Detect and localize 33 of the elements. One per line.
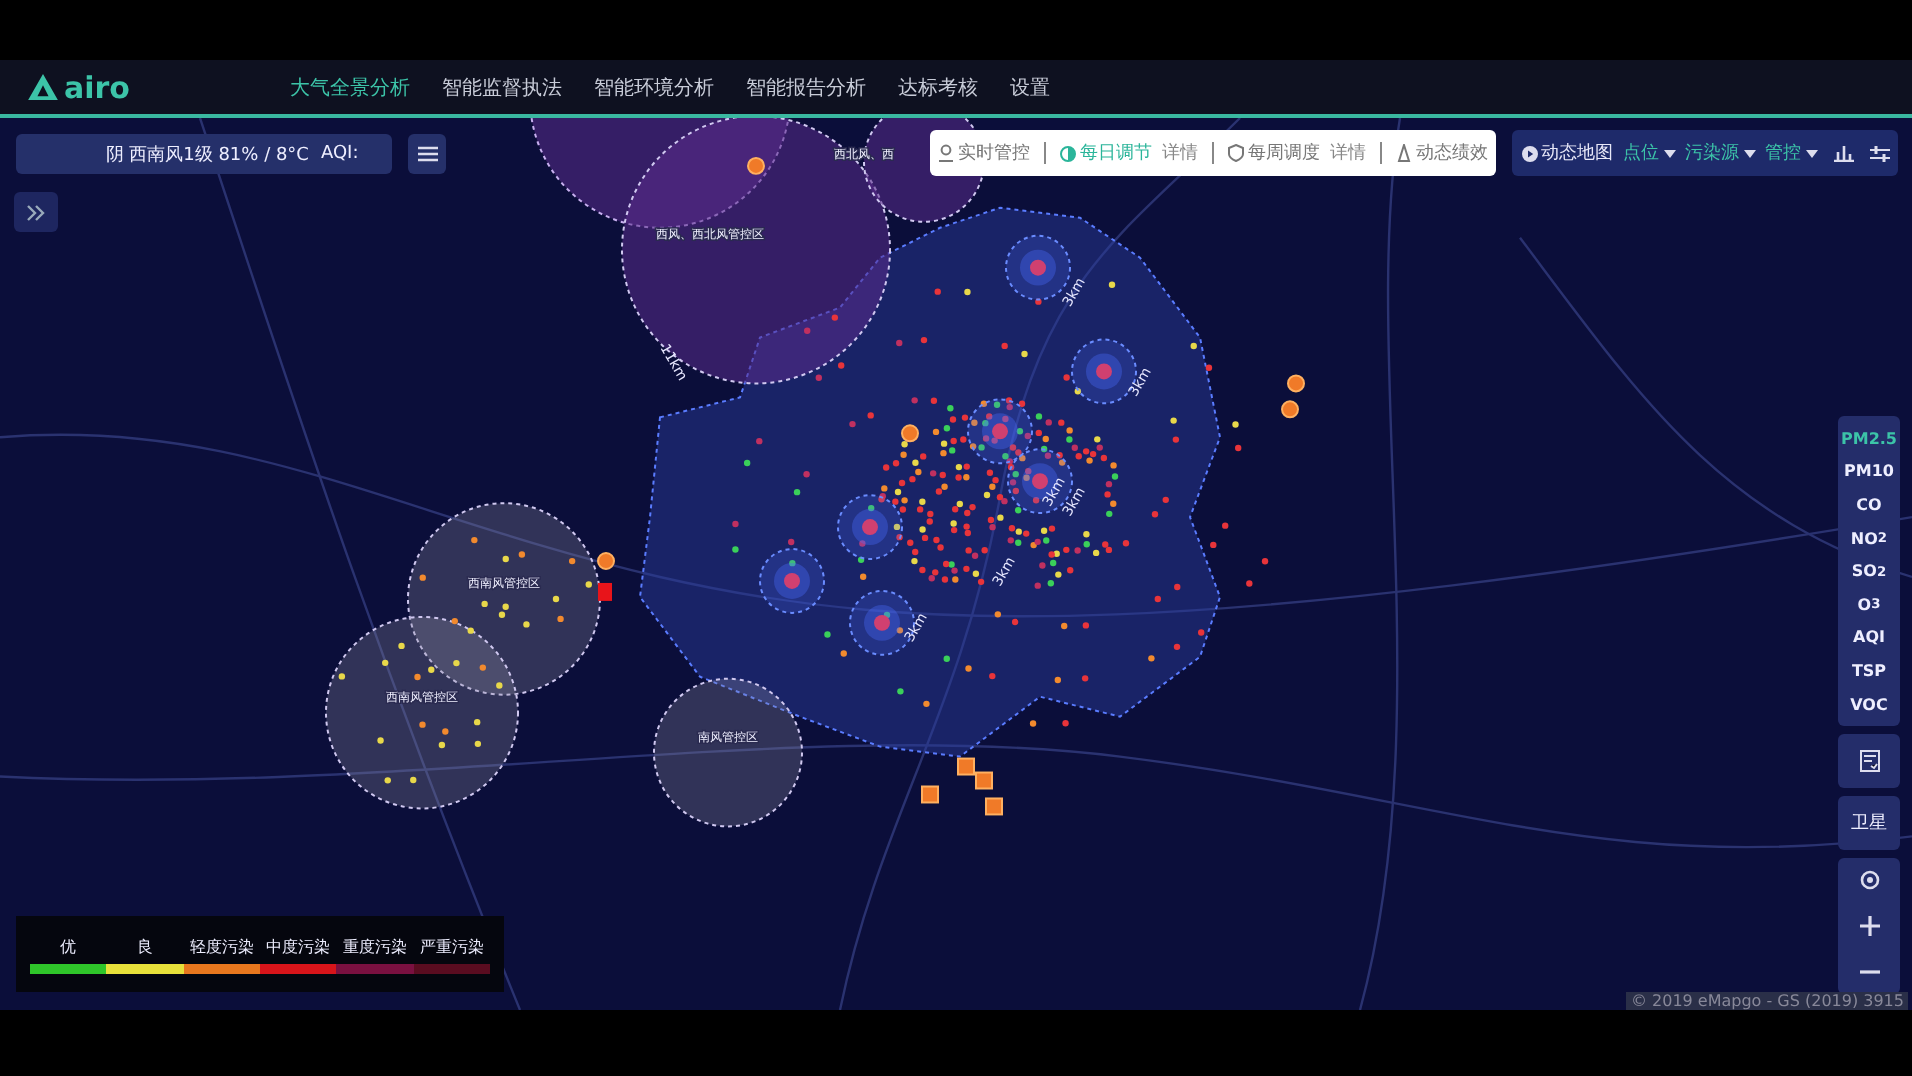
detail-link[interactable]: 详情 bbox=[1162, 140, 1198, 166]
pollutant-option[interactable]: VOC bbox=[1850, 687, 1888, 721]
pollutant-option[interactable]: TSP bbox=[1851, 654, 1887, 688]
mode-tab[interactable]: 每周调度 bbox=[1228, 140, 1320, 166]
satellite-button[interactable]: 卫星 bbox=[1838, 796, 1900, 851]
nav-tab[interactable]: 达标考核 bbox=[897, 73, 978, 101]
legend-label: 轻度污染 bbox=[189, 935, 254, 957]
legend-label: 严重污染 bbox=[419, 935, 484, 957]
mode-tab[interactable]: 实时管控 bbox=[938, 140, 1030, 166]
mode-tab[interactable]: 动态绩效 bbox=[1396, 140, 1488, 166]
pollutant-option[interactable]: CO bbox=[1856, 488, 1882, 522]
map-attribution: © 2019 eMapgo - GS (2019) 3915 bbox=[1626, 992, 1908, 1010]
weather-text: 阴 西南风1级 81% / 8°C bbox=[105, 143, 309, 167]
logo[interactable]: airo bbox=[28, 69, 130, 105]
filter-dropdown[interactable]: 污染源 bbox=[1685, 140, 1755, 166]
legend-label: 中度污染 bbox=[266, 935, 331, 957]
pollutant-option[interactable]: PM10 bbox=[1844, 455, 1894, 489]
filter-dropdown[interactable]: 管控 bbox=[1765, 140, 1817, 166]
nav-tab[interactable]: 智能环境分析 bbox=[593, 73, 714, 101]
legend-label: 优 bbox=[60, 935, 77, 957]
nav-tab[interactable]: 智能监督执法 bbox=[441, 73, 562, 101]
pollutant-option[interactable]: AQI bbox=[1853, 621, 1885, 655]
legend-label: 良 bbox=[137, 935, 153, 957]
nav-tab[interactable]: 智能报告分析 bbox=[745, 73, 866, 101]
legend-label: 重度污染 bbox=[342, 935, 407, 957]
nav-tab[interactable]: 大气全景分析 bbox=[289, 73, 410, 101]
logo-text: airo bbox=[64, 69, 130, 105]
filter-dropdown[interactable]: 点位 bbox=[1623, 140, 1675, 166]
dynamic-map-button[interactable]: 动态地图 bbox=[1521, 140, 1613, 166]
pollutant-option[interactable]: PM2.5 bbox=[1841, 422, 1897, 456]
aqi-label: AQI: bbox=[320, 144, 359, 164]
detail-link[interactable]: 详情 bbox=[1330, 140, 1366, 166]
nav-tab[interactable]: 设置 bbox=[1009, 73, 1050, 101]
